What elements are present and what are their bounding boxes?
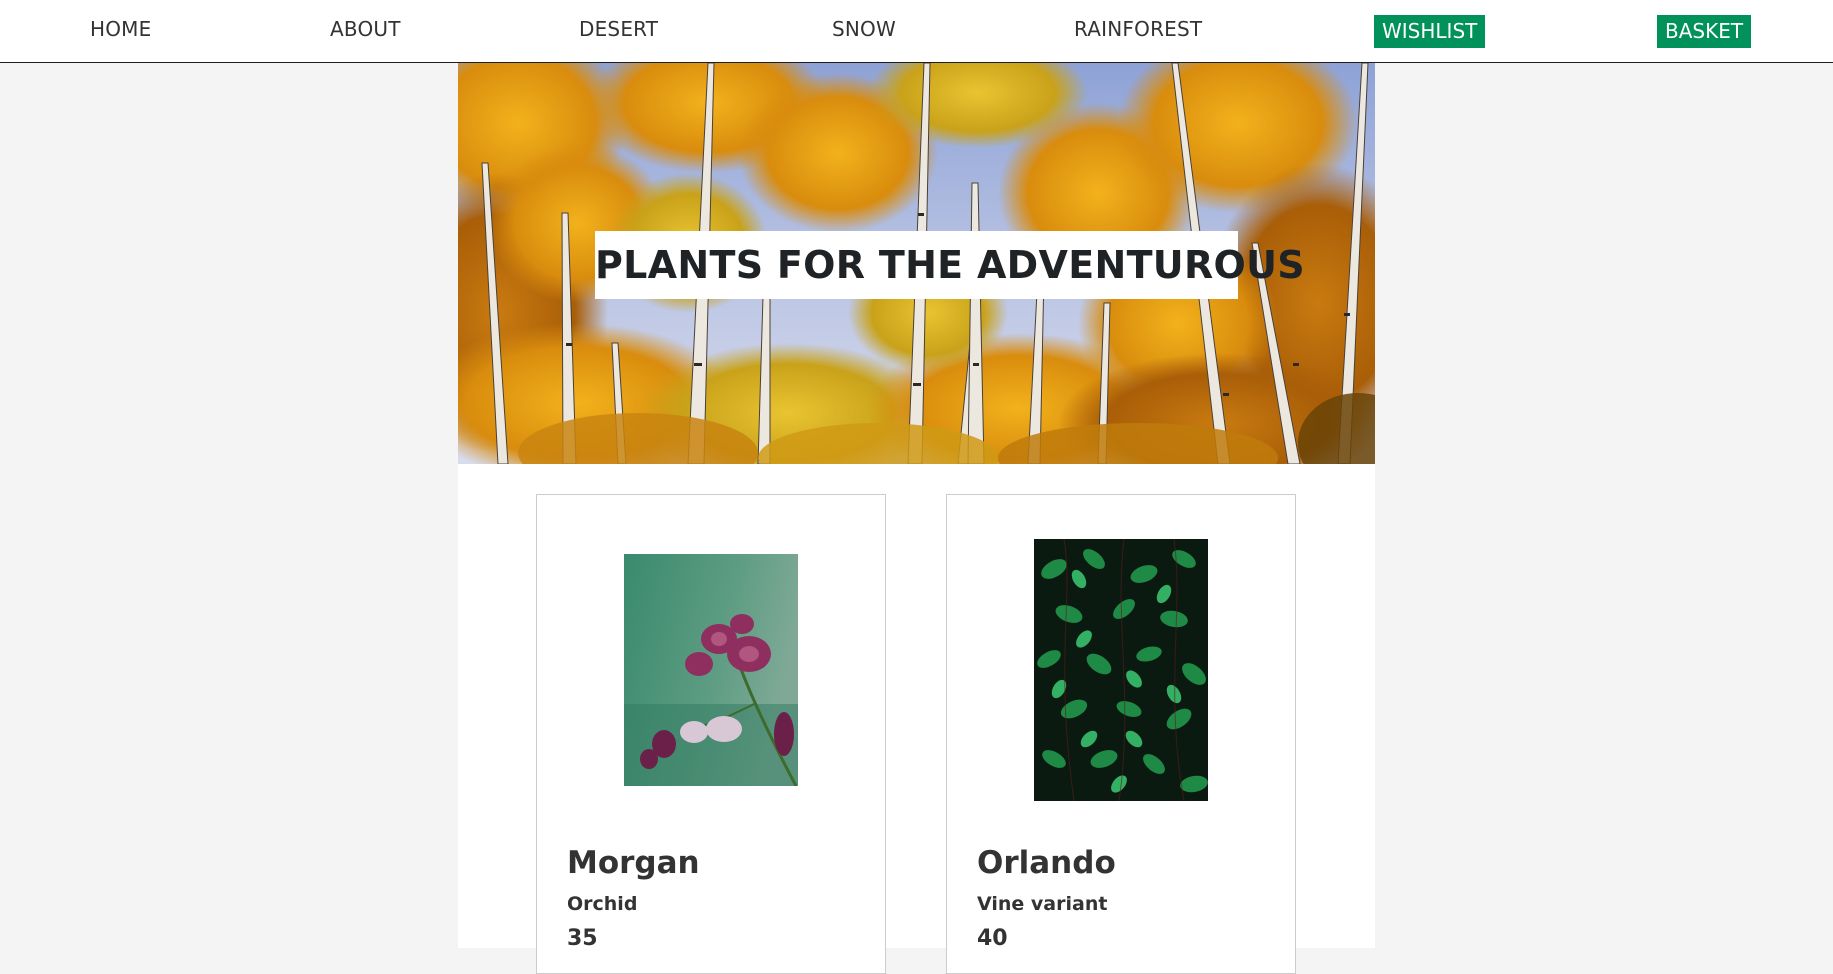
main-content: PLANTS FOR THE ADVENTUROUS Morgan Orchid… (458, 63, 1375, 974)
wishlist-button[interactable]: WISHLIST (1374, 15, 1486, 48)
product-price: 35 (567, 926, 598, 951)
product-type: Vine variant (977, 893, 1108, 915)
product-type: Orchid (567, 893, 638, 915)
nav-link-about[interactable]: ABOUT (330, 18, 401, 40)
product-name: Morgan (567, 845, 700, 881)
hero-banner: PLANTS FOR THE ADVENTUROUS (458, 63, 1375, 464)
basket-button[interactable]: BASKET (1657, 15, 1752, 48)
product-card[interactable]: Morgan Orchid 35 (536, 494, 886, 974)
product-card[interactable]: Orlando Vine variant 40 (946, 494, 1296, 974)
product-name: Orlando (977, 845, 1116, 881)
product-price: 40 (977, 926, 1008, 951)
product-image-orchid[interactable] (624, 554, 798, 786)
nav-link-home[interactable]: HOME (90, 18, 151, 40)
hero-title: PLANTS FOR THE ADVENTUROUS (595, 231, 1305, 299)
nav-link-rainforest[interactable]: RAINFOREST (1074, 18, 1202, 40)
top-navbar: HOME ABOUT DESERT SNOW RAINFOREST WISHLI… (0, 0, 1833, 63)
nav-link-snow[interactable]: SNOW (832, 18, 896, 40)
product-image-vine[interactable] (1034, 539, 1208, 801)
nav-link-desert[interactable]: DESERT (579, 18, 658, 40)
